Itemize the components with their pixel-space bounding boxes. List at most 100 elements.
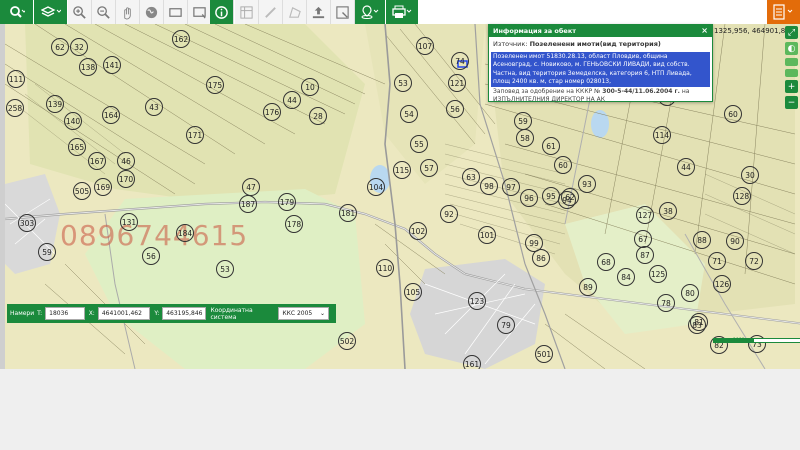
parcel-number[interactable]: 56 (446, 100, 464, 118)
parcel-number[interactable]: 87 (636, 246, 654, 264)
parcel-number[interactable]: 101 (478, 226, 496, 244)
parcel-number[interactable]: 95 (542, 187, 560, 205)
parcel-number[interactable]: 72 (745, 252, 763, 270)
select-button[interactable] (188, 0, 212, 24)
parcel-number[interactable]: 502 (338, 332, 356, 350)
parcel-number[interactable]: 165 (68, 138, 86, 156)
parcel-number[interactable]: 88 (693, 231, 711, 249)
rectangle-zoom-button[interactable] (164, 0, 188, 24)
parcel-number[interactable]: 104 (367, 178, 385, 196)
parcel-number[interactable]: 175 (206, 76, 224, 94)
parcel-number[interactable]: 170 (117, 170, 135, 188)
measure-line-button[interactable] (259, 0, 283, 24)
parcel-number[interactable]: 89 (579, 278, 597, 296)
parcel-number[interactable]: 131 (120, 213, 138, 231)
parcel-number[interactable]: 53 (394, 74, 412, 92)
parcel-number[interactable]: 81 (690, 313, 708, 331)
t-field[interactable]: 18036 (45, 307, 85, 320)
parcel-number[interactable]: 78 (657, 294, 675, 312)
parcel-number[interactable]: 54 (400, 105, 418, 123)
parcel-number[interactable]: 171 (186, 126, 204, 144)
zoom-plus-button[interactable]: + (785, 80, 798, 93)
parcel-number[interactable]: 181 (339, 204, 357, 222)
print-button[interactable] (386, 0, 418, 24)
marker-button[interactable] (355, 0, 385, 24)
pan-button[interactable] (116, 0, 140, 24)
parcel-number[interactable]: 74 (451, 52, 469, 70)
parcel-number[interactable]: 71 (708, 252, 726, 270)
parcel-number[interactable]: 80 (681, 284, 699, 302)
parcel-number[interactable]: 58 (516, 129, 534, 147)
parcel-number[interactable]: 56 (142, 247, 160, 265)
parcel-number[interactable]: 139 (46, 95, 64, 113)
parcel-number[interactable]: 86 (532, 249, 550, 267)
parcel-number[interactable]: 161 (463, 355, 481, 369)
parcel-number[interactable]: 28 (309, 107, 327, 125)
zoom-minus-button[interactable]: − (785, 96, 798, 109)
parcel-number[interactable]: 102 (409, 222, 427, 240)
parcel-number[interactable]: 125 (649, 265, 667, 283)
parcel-number[interactable]: 123 (468, 292, 486, 310)
zoom-in-button[interactable] (68, 0, 92, 24)
expand-button[interactable]: ⤢ (785, 26, 798, 39)
parcel-number[interactable]: 30 (741, 166, 759, 184)
parcel-number[interactable]: 167 (88, 152, 106, 170)
info-button[interactable] (210, 0, 234, 24)
parcel-number[interactable]: 57 (420, 159, 438, 177)
measure-area-button[interactable] (283, 0, 307, 24)
parcel-number[interactable]: 63 (462, 168, 480, 186)
search-button[interactable] (0, 0, 33, 24)
parcel-number[interactable]: 111 (7, 70, 25, 88)
parcel-number[interactable]: 105 (404, 283, 422, 301)
parcel-number[interactable]: 141 (103, 56, 121, 74)
parcel-number[interactable]: 59 (514, 112, 532, 130)
parcel-number[interactable]: 32 (70, 38, 88, 56)
x-field[interactable]: 4641001,462 (97, 307, 151, 320)
parcel-number[interactable]: 68 (597, 253, 615, 271)
layers-button[interactable] (34, 0, 67, 24)
parcel-number[interactable]: 138 (79, 58, 97, 76)
zoom-out-button[interactable] (92, 0, 116, 24)
parcel-number[interactable]: 94 (558, 191, 576, 209)
parcel-number[interactable]: 164 (102, 106, 120, 124)
parcel-number[interactable]: 46 (117, 152, 135, 170)
parcel-number[interactable]: 176 (263, 103, 281, 121)
parcel-number[interactable]: 258 (6, 99, 24, 117)
parcel-number[interactable]: 187 (239, 195, 257, 213)
logo-button[interactable] (767, 0, 800, 24)
y-field[interactable]: 463195,846 (162, 307, 207, 320)
parcel-number[interactable]: 61 (542, 137, 560, 155)
parcel-number[interactable]: 107 (416, 37, 434, 55)
zoom-slider-track[interactable] (785, 69, 798, 77)
parcel-number[interactable]: 96 (520, 189, 538, 207)
parcel-number[interactable]: 53 (216, 260, 234, 278)
parcel-number[interactable]: 179 (278, 193, 296, 211)
parcel-number[interactable]: 62 (51, 38, 69, 56)
parcel-number[interactable]: 38 (659, 202, 677, 220)
parcel-number[interactable]: 115 (393, 161, 411, 179)
parcel-number[interactable]: 98 (480, 177, 498, 195)
parcel-number[interactable]: 121 (448, 74, 466, 92)
parcel-number[interactable]: 44 (677, 158, 695, 176)
parcel-number[interactable]: 43 (145, 98, 163, 116)
upload-button[interactable] (307, 0, 331, 24)
parcel-number[interactable]: 60 (724, 105, 742, 123)
parcel-number[interactable]: 184 (176, 224, 194, 242)
parcel-number[interactable]: 60 (554, 156, 572, 174)
coordinate-system-select[interactable]: ККС 2005 ⌄ (278, 307, 329, 320)
parcel-number[interactable]: 55 (410, 135, 428, 153)
grid-button[interactable] (235, 0, 259, 24)
parcel-number[interactable]: 505 (73, 182, 91, 200)
parcel-number[interactable]: 128 (733, 187, 751, 205)
parcel-number[interactable]: 178 (285, 215, 303, 233)
export-button[interactable] (331, 0, 355, 24)
parcel-number[interactable]: 93 (578, 175, 596, 193)
parcel-number[interactable]: 44 (283, 91, 301, 109)
parcel-number[interactable]: 126 (713, 275, 731, 293)
parcel-number[interactable]: 47 (242, 178, 260, 196)
parcel-number[interactable]: 114 (653, 126, 671, 144)
parcel-number[interactable]: 84 (617, 268, 635, 286)
parcel-number[interactable]: 97 (502, 178, 520, 196)
parcel-number[interactable]: 90 (726, 232, 744, 250)
parcel-number[interactable]: 162 (172, 30, 190, 48)
